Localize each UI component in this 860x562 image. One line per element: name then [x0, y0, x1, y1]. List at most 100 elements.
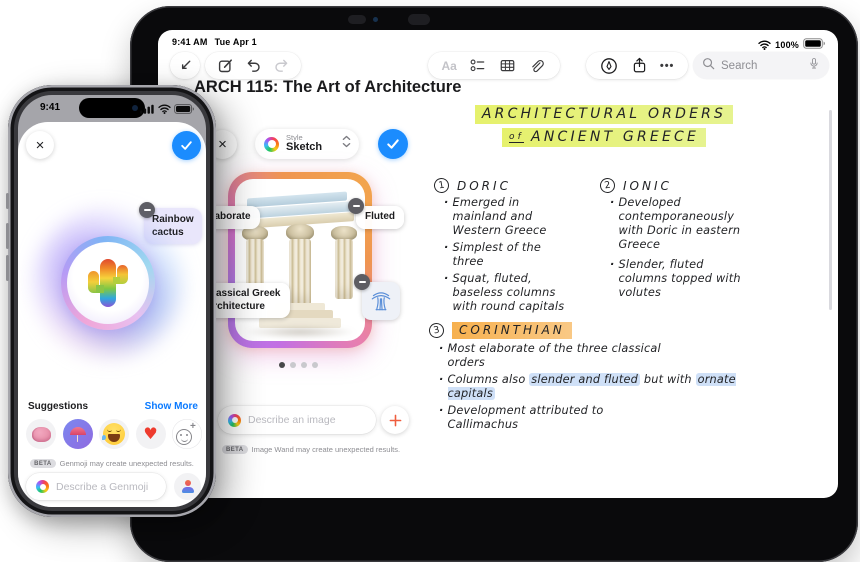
genmoji-confirm-button[interactable]	[172, 131, 201, 160]
notes-scrollbar[interactable]	[829, 110, 832, 310]
corinthian-bullet: Development attributed to Callimachus	[439, 404, 671, 432]
image-wand-disclaimer: BETA Image Wand may create unexpected re…	[222, 445, 400, 454]
doric-section: 1 DORIC Emerged in mainland and Western G…	[432, 176, 586, 314]
new-emoji-icon: +	[176, 422, 198, 445]
format-tools-group: Aa	[428, 52, 560, 79]
page-dot[interactable]	[290, 362, 296, 368]
sketch-reference-thumbnail[interactable]	[362, 282, 400, 320]
suggestion-laughing-emoji[interactable]	[99, 419, 129, 449]
iphone-device: 9:41 × Rainbow cactus Suggestions Show M…	[6, 85, 216, 517]
undo-button[interactable]	[244, 56, 263, 75]
suggestion-brain-emoji[interactable]	[26, 419, 56, 449]
dynamic-island	[79, 98, 145, 118]
style-value: Sketch	[286, 141, 323, 154]
doric-title: DORIC	[457, 178, 511, 193]
wifi-icon	[758, 40, 771, 51]
note-title: ARCH 115: The Art of Architecture	[194, 78, 462, 96]
ground-shadow	[243, 325, 357, 339]
front-camera	[132, 105, 138, 111]
doric-bullet: Simplest of the three	[444, 241, 562, 269]
page-dot[interactable]	[301, 362, 307, 368]
people-genmoji-button[interactable]	[174, 473, 201, 500]
heading-line2: ANCIENT GREECE	[531, 129, 700, 145]
remove-fluted-button[interactable]	[348, 198, 364, 214]
checkmark-icon	[387, 139, 399, 149]
generated-image-card[interactable]	[228, 172, 372, 348]
more-button[interactable]: •••	[660, 60, 675, 72]
compose-button[interactable]	[216, 56, 235, 75]
style-swatch-icon	[264, 136, 279, 152]
column-shaft	[289, 239, 311, 305]
genmoji-close-button[interactable]: ×	[26, 131, 54, 159]
checklist-button[interactable]	[468, 56, 487, 75]
brain-icon	[31, 426, 51, 442]
close-icon: ×	[35, 136, 45, 154]
genmoji-sheet: × Rainbow cactus Suggestions Show More ♥…	[18, 122, 206, 507]
column-shaft	[335, 239, 353, 299]
corinthian-bullet: Columns also slender and fluted but with…	[439, 373, 761, 401]
corinthian-section: 3 CORINTHIAN Most elaborate of the three …	[427, 321, 774, 432]
genmoji-disclaimer: BETA Genmoji may create unexpected resul…	[18, 459, 206, 468]
describe-image-field[interactable]	[218, 406, 376, 434]
ipad-camera-pill	[348, 15, 366, 24]
dictation-mic-icon[interactable]	[808, 56, 820, 76]
text-format-button[interactable]: Aa	[441, 59, 456, 73]
page-dot-active[interactable]	[279, 362, 285, 368]
search-field[interactable]	[693, 52, 829, 79]
collapse-button[interactable]	[170, 52, 200, 79]
action-button	[6, 193, 9, 209]
add-image-button[interactable]	[381, 406, 409, 434]
style-selector[interactable]: Style Sketch	[255, 129, 359, 159]
share-button[interactable]	[630, 56, 649, 75]
describe-image-input[interactable]	[248, 414, 366, 426]
rainbow-cactus-emoji	[86, 255, 130, 311]
show-more-link[interactable]: Show More	[145, 401, 198, 412]
handwritten-heading: ARCHITECTURAL ORDERS of ANCIENT GREECE	[448, 105, 760, 147]
plus-icon	[389, 414, 401, 426]
suggestion-umbrella-emoji[interactable]	[62, 419, 93, 449]
suggestion-new-emoji-button[interactable]: +	[172, 419, 202, 449]
ionic-bullet: Developed contemporaneously with Doric i…	[610, 196, 760, 252]
describe-genmoji-field[interactable]	[26, 473, 166, 500]
describe-genmoji-input[interactable]	[56, 480, 156, 493]
remove-rainbow-cactus-button[interactable]	[139, 202, 155, 218]
iphone-time: 9:41	[40, 102, 61, 113]
ipad-camera-dot	[373, 17, 378, 22]
person-icon	[181, 480, 195, 493]
suggestion-heart-emoji[interactable]: ♥	[135, 419, 166, 449]
close-icon: ×	[218, 136, 227, 153]
note-actions-group: •••	[586, 52, 688, 79]
heading-line1: ARCHITECTURAL ORDERS	[474, 105, 734, 124]
sketch-capital-icon	[371, 292, 391, 311]
image-pagination[interactable]	[279, 362, 318, 368]
battery-percent: 100%	[775, 40, 799, 50]
cactus-right-joint	[113, 277, 120, 284]
ionic-bullet: Slender, fluted columns topped with volu…	[610, 258, 750, 300]
cactus-left-joint	[96, 285, 104, 293]
ionic-title: IONIC	[623, 178, 672, 193]
chevron-up-down-icon	[342, 135, 351, 153]
remove-sketch-button[interactable]	[354, 274, 370, 290]
ipad-time: 9:41 AM	[172, 37, 208, 47]
ionic-section: 2 IONIC Developed contemporaneously with …	[598, 176, 778, 300]
beta-badge: BETA	[30, 459, 56, 468]
search-input[interactable]	[721, 59, 802, 72]
ionic-number: 2	[598, 176, 617, 195]
markup-pen-button[interactable]	[600, 56, 619, 75]
ipad-screen: 9:41 AM Tue Apr 1 100% Aa ••• Search ARC…	[158, 30, 838, 498]
ipad-status-left: 9:41 AM Tue Apr 1	[172, 37, 257, 47]
ipad-device: 9:41 AM Tue Apr 1 100% Aa ••• Search ARC…	[130, 6, 858, 562]
genmoji-icon	[36, 480, 49, 493]
attachment-button[interactable]	[528, 56, 547, 75]
image-wand-confirm-button[interactable]	[378, 129, 408, 159]
suggestion-row: ♥ +	[26, 419, 202, 449]
edit-history-group	[205, 52, 301, 79]
beta-badge: BETA	[222, 445, 248, 454]
page-dot[interactable]	[312, 362, 318, 368]
redo-button[interactable]	[272, 56, 291, 75]
ipad-camera-lens	[408, 14, 430, 25]
battery-icon	[174, 104, 194, 114]
image-wand-icon	[228, 413, 241, 427]
volume-up-button	[6, 223, 9, 249]
table-button[interactable]	[498, 56, 517, 75]
